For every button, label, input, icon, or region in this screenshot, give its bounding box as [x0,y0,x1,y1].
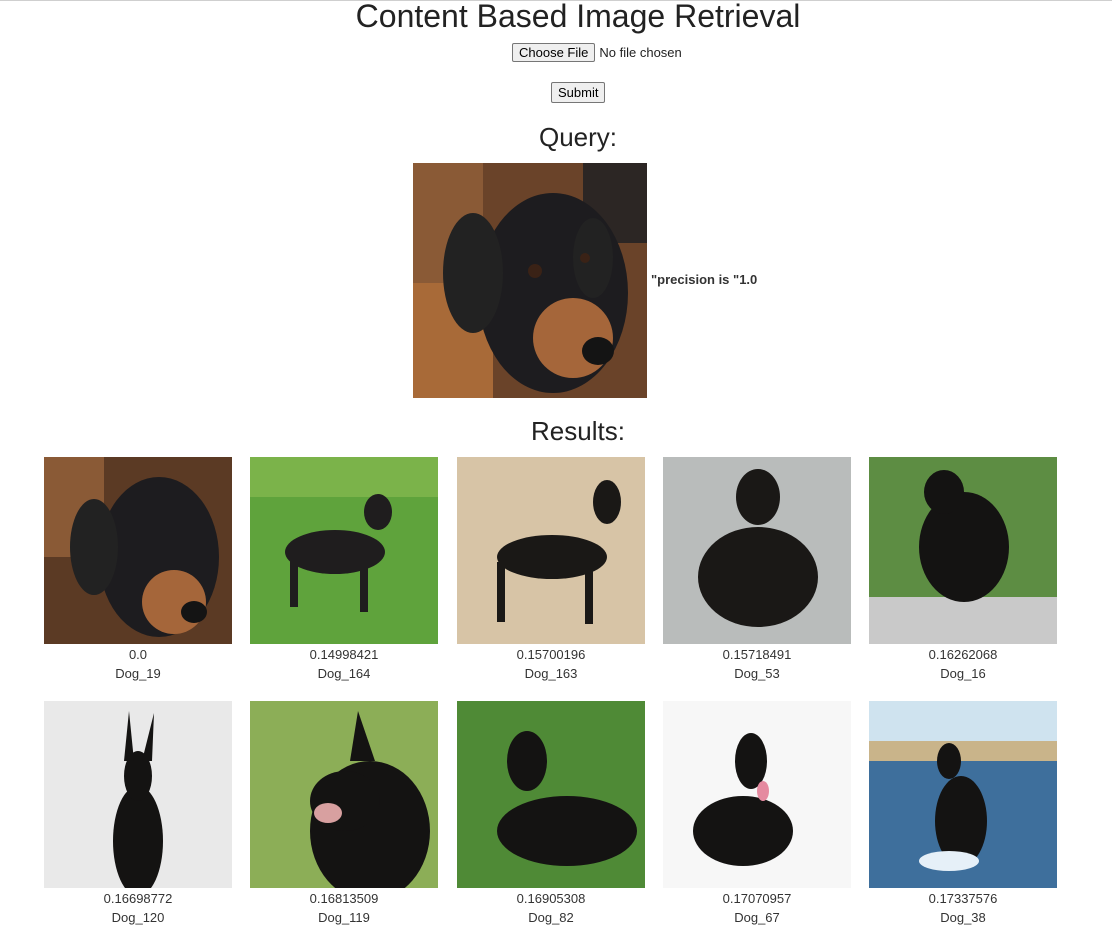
result-label: Dog_16 [940,666,986,681]
result-label: Dog_164 [317,666,371,681]
result-image[interactable] [663,457,851,644]
result-item[interactable]: 0.17337576 Dog_38 [869,701,1057,927]
result-image[interactable] [457,701,645,888]
result-score: 0.15700196 [516,647,586,662]
file-upload: Choose File No file chosen [512,43,682,62]
query-heading: Query: [538,122,618,152]
result-score: 0.17337576 [928,891,998,906]
result-image[interactable] [44,457,232,644]
result-image[interactable] [869,457,1057,644]
query-image [413,163,647,398]
result-item[interactable]: 0.0 Dog_19 [44,457,232,683]
result-image[interactable] [250,701,438,888]
precision-text: "precision is "1.0 [651,272,758,287]
result-image[interactable] [869,701,1057,888]
submit-button[interactable]: Submit [551,82,606,103]
result-label: Dog_82 [528,910,574,925]
result-item[interactable]: 0.16262068 Dog_16 [869,457,1057,683]
result-label: Dog_120 [111,910,165,925]
result-score: 0.17070957 [722,891,792,906]
result-score: 0.16262068 [928,647,998,662]
file-status-text: No file chosen [599,45,682,60]
result-score: 0.16698772 [103,891,173,906]
result-image[interactable] [44,701,232,888]
result-item[interactable]: 0.15700196 Dog_163 [457,457,645,683]
result-label: Dog_67 [734,910,780,925]
result-image[interactable] [457,457,645,644]
result-item[interactable]: 0.14998421 Dog_164 [250,457,438,683]
result-label: Dog_163 [524,666,578,681]
result-item[interactable]: 0.17070957 Dog_67 [663,701,851,927]
result-score: 0.14998421 [309,647,379,662]
results-heading: Results: [531,416,625,446]
result-score: 0.0 [128,647,148,662]
result-label: Dog_19 [115,666,161,681]
result-score: 0.15718491 [722,647,792,662]
choose-file-button[interactable]: Choose File [512,43,596,62]
result-item[interactable]: 0.16905308 Dog_82 [457,701,645,927]
result-label: Dog_53 [734,666,780,681]
result-image[interactable] [663,701,851,888]
result-label: Dog_38 [940,910,986,925]
result-item[interactable]: 0.16813509 Dog_119 [250,701,438,927]
result-score: 0.16813509 [309,891,379,906]
result-score: 0.16905308 [516,891,586,906]
result-image[interactable] [250,457,438,644]
result-item[interactable]: 0.16698772 Dog_120 [44,701,232,927]
result-label: Dog_119 [318,910,370,925]
page-title: Content Based Image Retrieval [355,0,801,34]
result-item[interactable]: 0.15718491 Dog_53 [663,457,851,683]
